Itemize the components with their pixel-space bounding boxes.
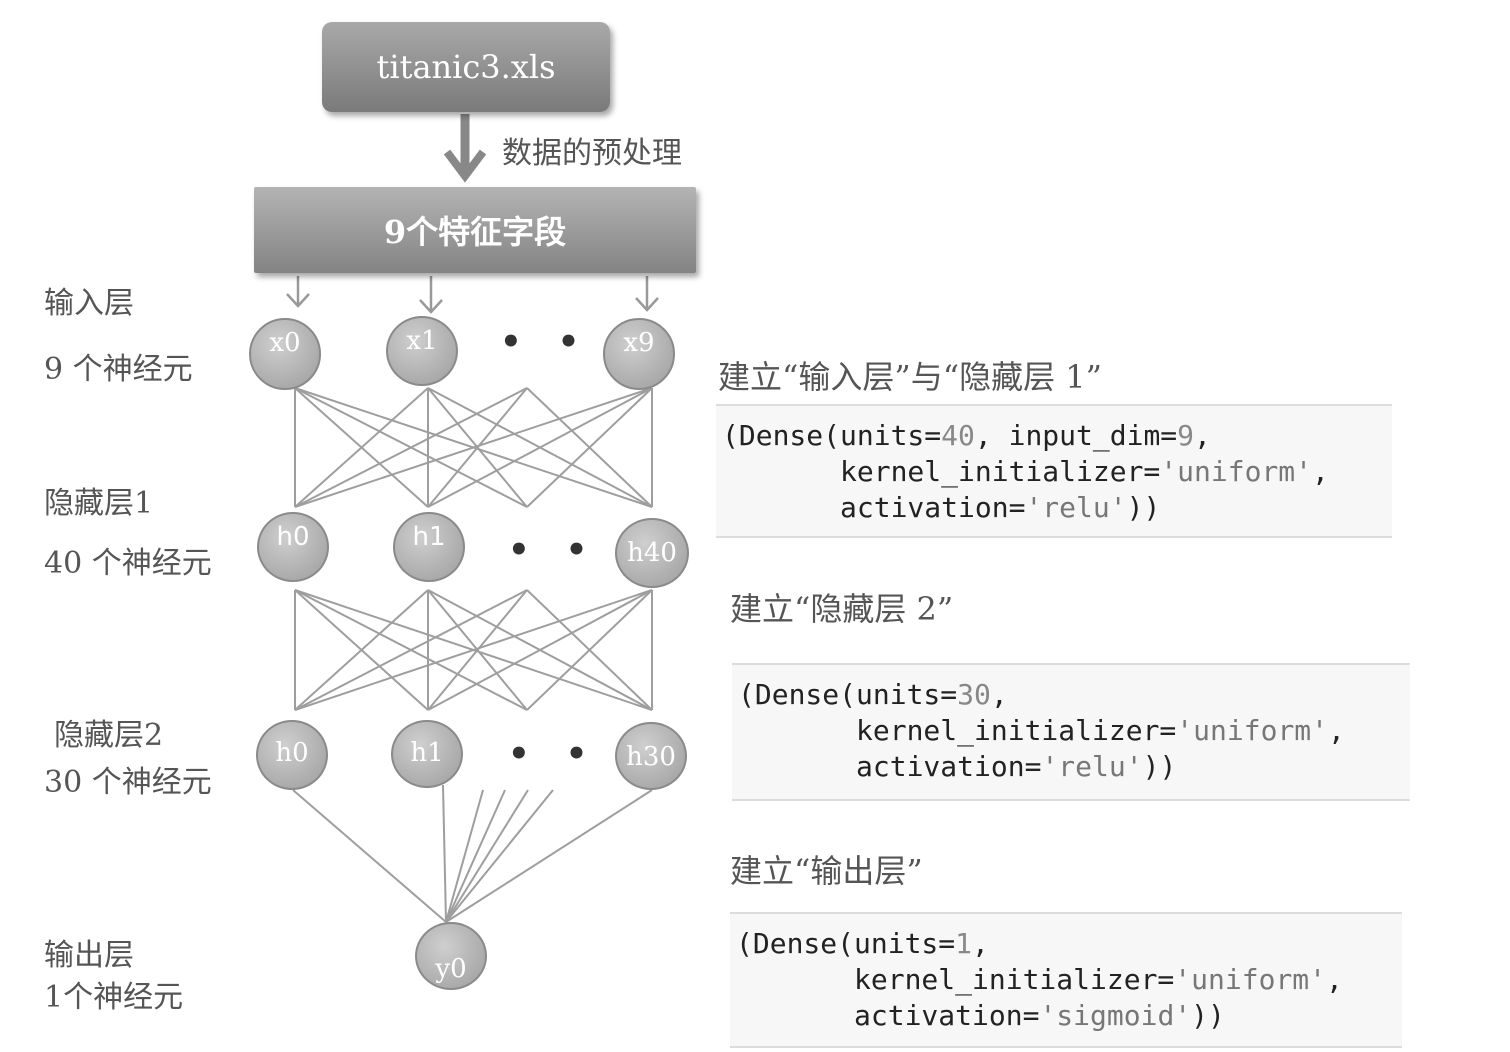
hidden1-node: h0: [257, 512, 329, 582]
code-text: (Dense(units=: [722, 419, 942, 452]
code-text: activation=: [736, 999, 1040, 1032]
code-text: )): [1142, 750, 1177, 783]
code-text: ,: [990, 678, 1008, 711]
code-text: kernel_initializer=: [722, 455, 1161, 488]
code-text: kernel_initializer=: [738, 714, 1177, 747]
code-text: ,: [1194, 419, 1211, 452]
code-string: 'relu': [1025, 491, 1127, 524]
code-text: (Dense(units=: [738, 678, 958, 711]
code-block-hidden2: (Dense(units=30, kernel_initializer='uni…: [732, 663, 1410, 801]
output-node: y0: [415, 922, 487, 990]
node-label: h40: [627, 538, 677, 568]
code-block-hidden1: (Dense(units=40, input_dim=9, kernel_ini…: [716, 404, 1392, 538]
code-text: activation=: [738, 750, 1042, 783]
code-text: ,: [1326, 963, 1343, 996]
feature-fields-label: 9个特征字段: [383, 213, 567, 251]
hidden2-node: h1: [391, 720, 463, 788]
code-text: ,: [1328, 714, 1345, 747]
caption-input-hidden1: 建立“输入层”与“隐藏层 1”: [718, 358, 1102, 396]
output-layer-count: 1个神经元: [44, 980, 184, 1015]
hidden1-node: h40: [615, 518, 689, 588]
input-node: x1: [386, 316, 458, 386]
code-number: 9: [1177, 419, 1195, 452]
caption-output: 建立“输出层”: [730, 852, 923, 890]
input-to-hidden1-edges: [294, 387, 653, 508]
code-number: 40: [941, 419, 975, 452]
code-text: )): [1126, 491, 1161, 524]
input-layer-title: 输入层: [44, 286, 134, 321]
hidden2-node: h30: [615, 722, 687, 790]
code-number: 1: [955, 927, 973, 960]
preprocess-label: 数据的预处理: [502, 136, 682, 171]
input-layer-count: 9 个神经元: [44, 352, 193, 387]
caption-hidden2: 建立“隐藏层 2”: [730, 590, 954, 628]
node-label: h0: [276, 522, 310, 552]
node-label: x1: [406, 326, 438, 356]
code-string: 'relu': [1041, 750, 1143, 783]
node-label: x9: [623, 328, 655, 358]
node-label: h1: [412, 522, 446, 552]
code-string: 'uniform': [1174, 963, 1327, 996]
node-label: h1: [410, 738, 444, 768]
code-string: 'uniform': [1176, 714, 1329, 747]
output-layer-title: 输出层: [44, 938, 134, 973]
code-text: ,: [972, 927, 989, 960]
hidden2-layer-title: 隐藏层2: [54, 718, 164, 753]
node-label: x0: [269, 328, 301, 358]
code-text: activation=: [722, 491, 1026, 524]
node-label: y0: [435, 954, 467, 984]
code-string: 'sigmoid': [1039, 999, 1192, 1032]
source-file-label: titanic3.xls: [376, 48, 556, 86]
hidden1-node: h1: [393, 512, 465, 582]
code-text: )): [1191, 999, 1225, 1032]
code-text: kernel_initializer=: [736, 963, 1175, 996]
node-label: h0: [275, 738, 309, 768]
code-string: 'uniform': [1160, 455, 1313, 488]
feature-fields-box: 9个特征字段: [254, 187, 696, 273]
code-block-output: (Dense(units=1, kernel_initializer='unif…: [730, 912, 1402, 1048]
input-node: x9: [603, 318, 675, 390]
node-label: h30: [626, 742, 676, 772]
hidden1-to-hidden2-edges: [294, 589, 653, 711]
hidden2-node: h0: [256, 720, 328, 790]
code-text: ,: [1312, 455, 1329, 488]
code-text: (Dense(units=: [736, 927, 956, 960]
hidden2-to-output-edges: [292, 784, 653, 923]
code-text: , input_dim=: [974, 419, 1178, 452]
source-file-box: titanic3.xls: [322, 22, 610, 112]
hidden1-layer-title: 隐藏层1: [44, 486, 154, 521]
code-number: 30: [957, 678, 991, 711]
hidden2-layer-count: 30 个神经元: [44, 765, 212, 800]
hidden1-layer-count: 40 个神经元: [44, 546, 212, 581]
input-node: x0: [249, 318, 321, 390]
